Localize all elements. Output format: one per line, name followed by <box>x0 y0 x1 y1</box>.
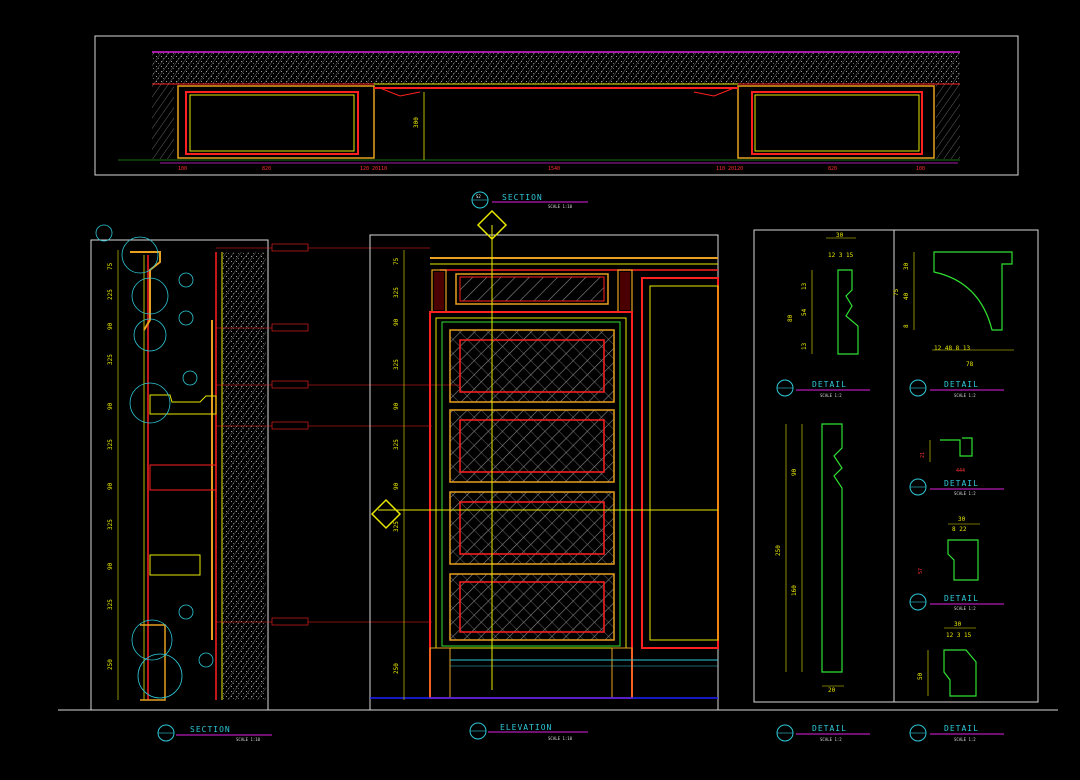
svg-text:40: 40 <box>903 292 910 300</box>
svg-text:SCALE 1:2: SCALE 1:2 <box>954 737 976 742</box>
svg-text:DETAIL: DETAIL <box>944 380 979 389</box>
svg-text:120 20110: 120 20110 <box>360 166 387 172</box>
svg-text:8 22: 8 22 <box>952 526 967 533</box>
detail-5-title: DETAIL SCALE 1:2 <box>776 724 870 742</box>
svg-text:325: 325 <box>107 439 114 450</box>
svg-text:100: 100 <box>916 166 925 172</box>
svg-text:8: 8 <box>903 324 910 328</box>
top-section-dim-height: 300 <box>413 117 420 128</box>
svg-text:444: 444 <box>956 468 965 474</box>
svg-text:DETAIL: DETAIL <box>944 724 979 733</box>
svg-text:225: 225 <box>107 289 114 300</box>
svg-text:30: 30 <box>958 516 966 523</box>
svg-text:57: 57 <box>918 568 924 574</box>
svg-text:250: 250 <box>775 545 782 556</box>
top-dim-2: 1540 <box>548 166 560 172</box>
svg-text:54: 54 <box>801 308 808 316</box>
svg-text:13: 13 <box>801 342 808 350</box>
svg-text:30: 30 <box>954 621 962 628</box>
svg-text:50: 50 <box>917 672 924 680</box>
svg-text:78: 78 <box>966 361 974 368</box>
elevation-title: ELEVATION SCALE 1:10 <box>469 722 588 741</box>
svg-text:110 20120: 110 20120 <box>716 166 743 172</box>
svg-text:SCALE 1:2: SCALE 1:2 <box>820 737 842 742</box>
section-left-scale: SCALE 1:10 <box>236 737 261 742</box>
svg-text:90: 90 <box>791 468 798 476</box>
detail-1-profile: 30 12 3 15 13 54 13 80 <box>787 232 859 355</box>
svg-text:325: 325 <box>393 521 400 532</box>
svg-text:325: 325 <box>107 599 114 610</box>
cad-drawing-canvas: 300 820 1540 820 100 120 20110 110 20120… <box>58 35 1058 742</box>
left-section-view: 75 225 90 325 90 325 90 325 90 325 250 <box>90 224 309 711</box>
section-top-label: SECTION <box>502 193 543 202</box>
svg-text:12 3 15: 12 3 15 <box>828 252 854 259</box>
svg-text:160: 160 <box>791 585 798 596</box>
svg-text:S2: S2 <box>476 194 481 199</box>
detail-4-title: DETAIL SCALE 1:2 <box>909 593 1004 611</box>
svg-text:75: 75 <box>393 257 400 265</box>
svg-text:90: 90 <box>107 562 114 570</box>
svg-text:90: 90 <box>107 482 114 490</box>
svg-text:SCALE 1:2: SCALE 1:2 <box>954 491 976 496</box>
svg-text:90: 90 <box>393 318 400 326</box>
svg-text:12 48 8 13: 12 48 8 13 <box>934 345 971 352</box>
svg-text:100: 100 <box>178 166 187 172</box>
svg-text:DETAIL: DETAIL <box>944 479 979 488</box>
section-title-left: SECTION SCALE 1:10 <box>157 724 272 742</box>
svg-text:75: 75 <box>107 262 114 270</box>
svg-text:13: 13 <box>801 282 808 290</box>
svg-text:325: 325 <box>107 354 114 365</box>
elevation-panels <box>449 329 615 641</box>
svg-text:325: 325 <box>393 287 400 298</box>
section-top-scale: SCALE 1:10 <box>548 204 573 209</box>
svg-text:21: 21 <box>920 452 926 458</box>
svg-text:SCALE 1:2: SCALE 1:2 <box>954 606 976 611</box>
svg-text:SCALE 1:2: SCALE 1:2 <box>820 393 842 398</box>
section-title-top: S2 SECTION SCALE 1:10 <box>471 191 588 209</box>
svg-text:DETAIL: DETAIL <box>812 724 847 733</box>
detail-2-profile: 30 40 8 75 12 48 8 13 78 <box>893 251 1014 368</box>
elevation-label: ELEVATION <box>500 723 552 732</box>
detail-6-profile: 90 160 250 20 <box>775 423 844 694</box>
svg-text:325: 325 <box>107 519 114 530</box>
svg-text:250: 250 <box>393 663 400 674</box>
svg-text:80: 80 <box>787 314 794 322</box>
detail-6-title: DETAIL SCALE 1:2 <box>909 724 1004 742</box>
svg-text:20: 20 <box>828 687 836 694</box>
svg-text:DETAIL: DETAIL <box>944 594 979 603</box>
svg-text:SCALE 1:2: SCALE 1:2 <box>954 393 976 398</box>
section-left-label: SECTION <box>190 725 231 734</box>
svg-text:12 3 15: 12 3 15 <box>946 632 972 639</box>
elevation-view: 75 325 90 325 90 325 90 325 250 <box>369 209 719 711</box>
svg-text:250: 250 <box>107 659 114 670</box>
svg-text:90: 90 <box>393 482 400 490</box>
svg-text:30: 30 <box>836 232 844 239</box>
top-dim-1: 820 <box>262 166 271 172</box>
detail-5-profile: 30 12 3 15 50 <box>917 621 977 697</box>
svg-text:DETAIL: DETAIL <box>812 380 847 389</box>
detail-3-profile: 21 444 <box>920 437 973 474</box>
svg-text:30: 30 <box>903 262 910 270</box>
detail-2-title: DETAIL SCALE 1:2 <box>909 379 1004 398</box>
elevation-scale: SCALE 1:10 <box>548 736 573 741</box>
detail-3-title: DETAIL SCALE 1:2 <box>909 478 1004 496</box>
svg-text:325: 325 <box>393 359 400 370</box>
detail-4-profile: 30 8 22 57 <box>918 516 980 581</box>
svg-text:90: 90 <box>107 402 114 410</box>
svg-text:90: 90 <box>107 322 114 330</box>
svg-text:325: 325 <box>393 439 400 450</box>
svg-text:90: 90 <box>393 402 400 410</box>
top-dim-3: 820 <box>828 166 837 172</box>
details-sheet: 30 12 3 15 13 54 13 80 DETAIL SCALE 1:2 … <box>753 229 1039 703</box>
top-section-view: 300 820 1540 820 100 120 20110 110 20120… <box>94 35 1019 176</box>
detail-1-title: DETAIL SCALE 1:2 <box>776 379 870 398</box>
svg-text:75: 75 <box>893 288 900 296</box>
